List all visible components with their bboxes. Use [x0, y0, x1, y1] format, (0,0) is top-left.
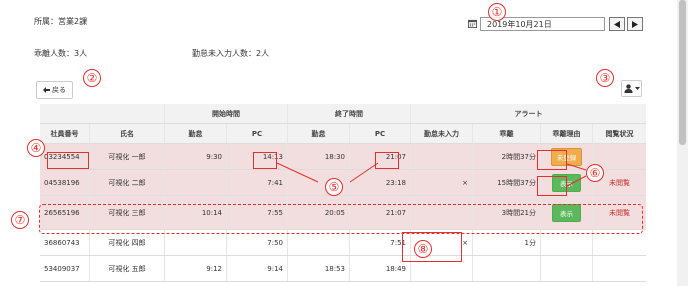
col-end-attendance: 勤怠 — [288, 124, 350, 143]
highlight-start-pc — [253, 152, 277, 169]
triangle-left-icon — [614, 20, 620, 28]
highlight-show-button — [537, 176, 567, 196]
start-pc: 7:41 — [227, 170, 288, 195]
employee-name: 可視化 五郎 — [90, 256, 165, 281]
deviation — [473, 256, 541, 281]
col-employee-id: 社員番号 — [40, 124, 90, 143]
user-menu-button[interactable] — [621, 80, 642, 97]
callout-1: ① — [488, 3, 506, 21]
end-attendance: 18:53 — [288, 256, 350, 281]
previous-day-button[interactable] — [609, 17, 625, 31]
group-header-end: 終了時間 — [288, 104, 411, 123]
back-button[interactable]: 戻る — [36, 81, 73, 99]
deviation: 2時間37分 — [473, 144, 541, 169]
unentered-count: 勤怠未入力人数：2人 — [192, 49, 270, 58]
end-attendance: 18:30 — [288, 144, 350, 169]
employee-name: 可視化 二郎 — [90, 170, 165, 195]
highlight-missing-cell — [402, 232, 462, 262]
callout-2: ② — [83, 69, 101, 87]
employee-id: 04538196 — [40, 170, 90, 195]
attendance-missing: × — [411, 170, 473, 195]
group-header-start: 開始時間 — [165, 104, 288, 123]
arrow-left-icon — [43, 87, 50, 93]
start-pc: 9:14 — [227, 256, 288, 281]
table-group-header: 開始時間 終了時間 アラート — [40, 104, 646, 124]
callout-3: ③ — [596, 69, 614, 87]
callout-7: ⑦ — [11, 211, 29, 229]
scrollbar-thumb[interactable] — [679, 0, 686, 145]
table-column-header: 社員番号 氏名 勤怠 PC 勤怠 PC 勤怠未入力 乖離 乖離理由 閲覧状況 — [40, 124, 646, 144]
reason-cell — [541, 256, 593, 281]
start-attendance — [165, 170, 227, 195]
employee-name: 可視化 一郎 — [90, 144, 165, 169]
caret-down-icon — [634, 86, 640, 90]
highlight-row-three — [39, 204, 643, 234]
table-row[interactable]: 53409037 可視化 五郎 9:12 9:14 18:53 18:49 — [40, 256, 646, 282]
highlight-unregistered — [537, 150, 567, 170]
col-deviation-reason: 乖離理由 — [541, 124, 593, 143]
attendance-missing — [411, 144, 473, 169]
callout-8: ⑧ — [414, 240, 432, 258]
col-end-pc: PC — [350, 124, 411, 143]
col-view-status: 閲覧状況 — [593, 124, 646, 143]
start-attendance: 9:30 — [165, 144, 227, 169]
callout-5: ⑤ — [325, 178, 343, 196]
callout-6: ⑥ — [586, 164, 604, 182]
back-button-label: 戻る — [52, 86, 66, 94]
highlight-end-pc — [375, 152, 399, 169]
start-attendance: 9:12 — [165, 256, 227, 281]
deviation-count: 乖離人数：3人 — [34, 49, 88, 58]
end-pc: 23:18 — [350, 170, 411, 195]
department-label: 所属：営業2課 — [34, 17, 88, 26]
triangle-right-icon — [632, 20, 638, 28]
view-status — [593, 256, 646, 281]
col-deviation: 乖離 — [473, 124, 541, 143]
group-header-alert: アラート — [411, 104, 646, 123]
employee-id: 53409037 — [40, 256, 90, 281]
col-attendance-missing: 勤怠未入力 — [411, 124, 473, 143]
callout-4: ④ — [27, 139, 45, 157]
group-header-blank — [40, 104, 165, 123]
highlight-employee-id — [47, 152, 89, 169]
user-icon — [624, 84, 632, 93]
deviation: 15時間37分 — [473, 170, 541, 195]
col-name: 氏名 — [90, 124, 165, 143]
next-day-button[interactable] — [627, 17, 643, 31]
col-start-pc: PC — [227, 124, 288, 143]
col-start-attendance: 勤怠 — [165, 124, 227, 143]
calendar-icon — [468, 19, 477, 28]
